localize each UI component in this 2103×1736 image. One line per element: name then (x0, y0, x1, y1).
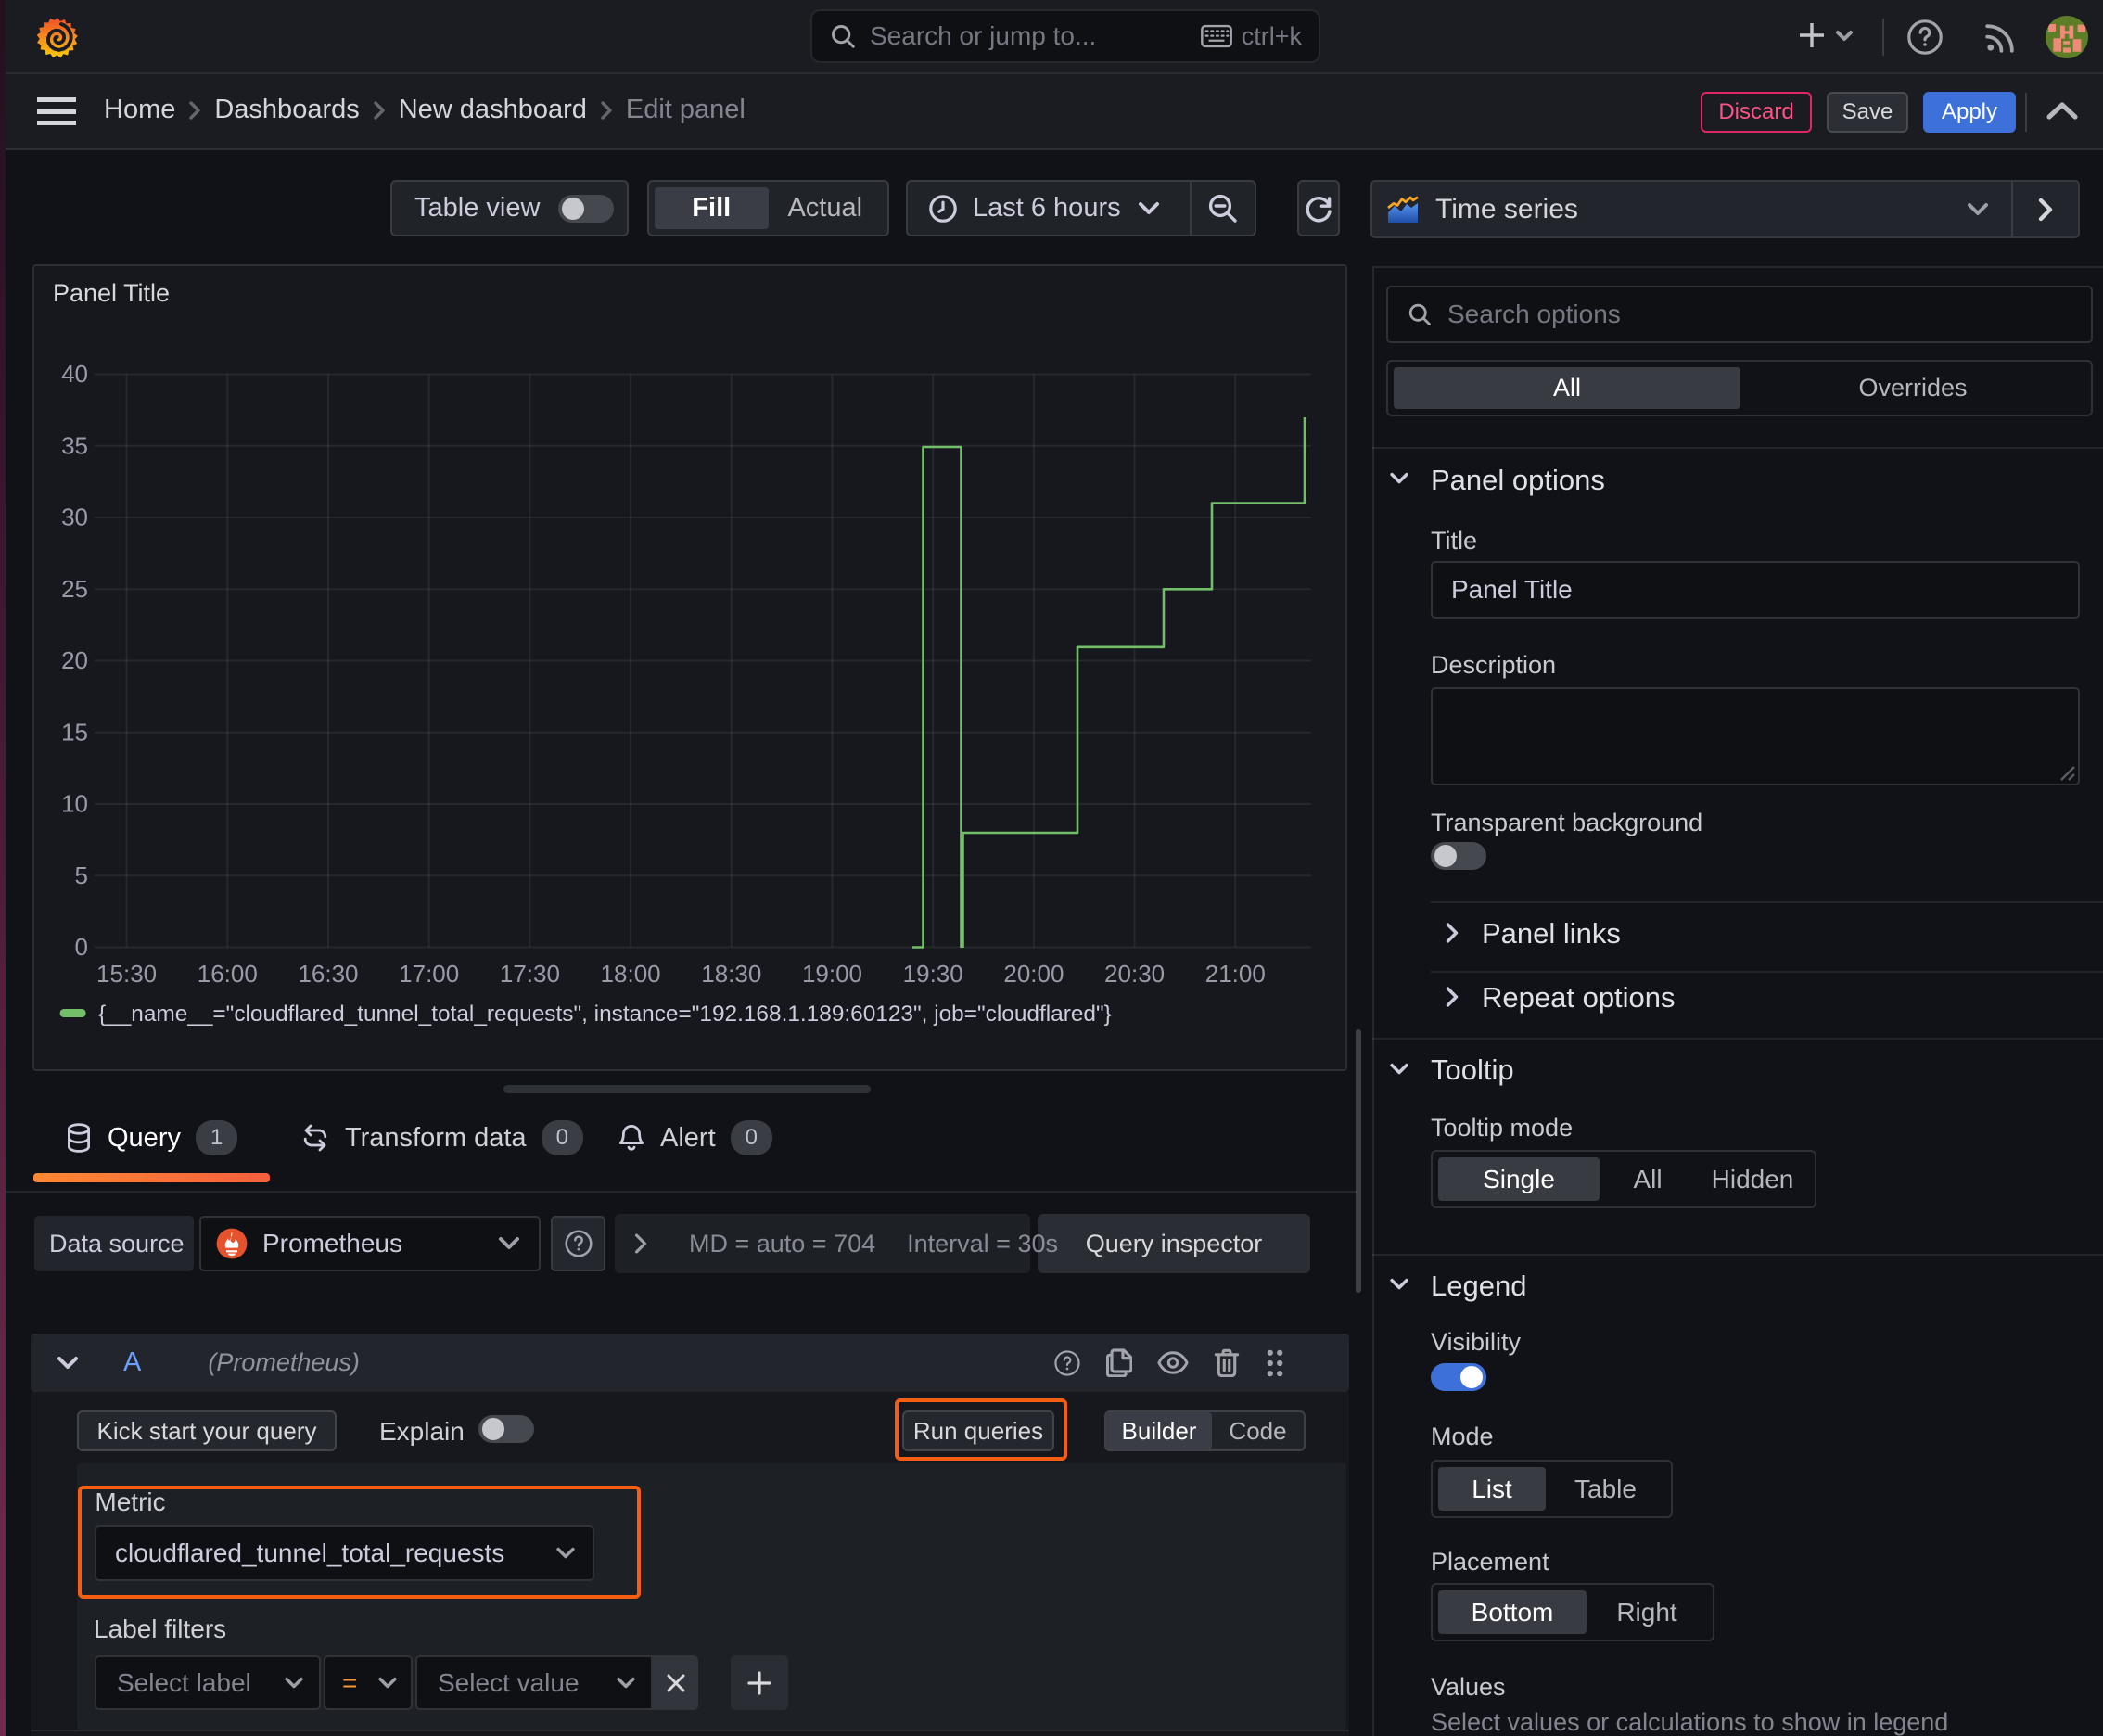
svg-text:15:30: 15:30 (96, 960, 157, 988)
svg-text:16:30: 16:30 (298, 960, 358, 988)
svg-text:18:00: 18:00 (601, 960, 661, 988)
svg-text:30: 30 (61, 504, 88, 531)
svg-text:35: 35 (61, 431, 88, 459)
svg-text:17:00: 17:00 (399, 960, 459, 988)
svg-text:0: 0 (75, 933, 88, 961)
svg-text:10: 10 (61, 790, 88, 818)
svg-text:18:30: 18:30 (701, 960, 761, 988)
svg-text:19:00: 19:00 (802, 960, 862, 988)
svg-text:20:00: 20:00 (1003, 960, 1064, 988)
svg-text:16:00: 16:00 (198, 960, 258, 988)
svg-text:20: 20 (61, 646, 88, 674)
svg-text:15: 15 (61, 718, 88, 746)
svg-text:20:30: 20:30 (1104, 960, 1165, 988)
svg-text:25: 25 (61, 575, 88, 603)
svg-text:5: 5 (75, 862, 88, 889)
svg-text:19:30: 19:30 (903, 960, 963, 988)
svg-text:{__name__="cloudflared_tunnel_: {__name__="cloudflared_tunnel_total_requ… (98, 1002, 1112, 1027)
svg-text:17:30: 17:30 (500, 960, 560, 988)
svg-text:40: 40 (61, 360, 88, 388)
svg-text:21:00: 21:00 (1205, 960, 1266, 988)
